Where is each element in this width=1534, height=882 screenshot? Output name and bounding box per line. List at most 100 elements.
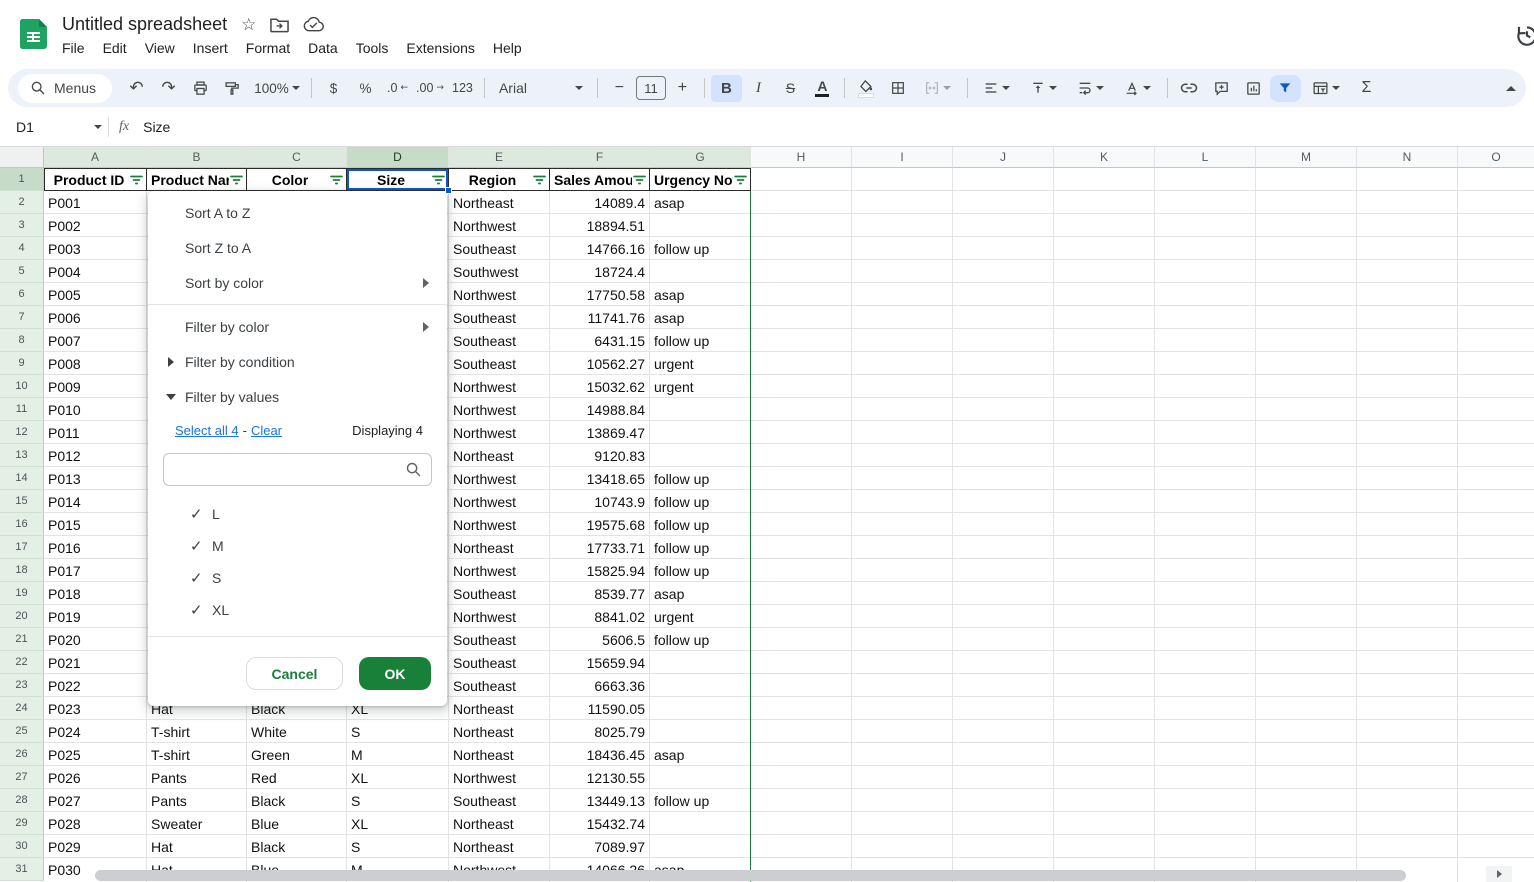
row-header-21[interactable]: 21 (0, 628, 44, 651)
insert-chart-button[interactable] (1238, 75, 1269, 102)
cell-F7[interactable]: 11741.76 (550, 306, 650, 329)
column-filter-icon[interactable] (632, 173, 647, 187)
cell-F11[interactable]: 14988.84 (550, 398, 650, 421)
cell-G10[interactable]: urgent (650, 375, 751, 398)
cell-A28[interactable]: P027 (44, 789, 147, 812)
row-header-5[interactable]: 5 (0, 260, 44, 283)
menu-item-filter-by-color[interactable]: Filter by color (148, 309, 447, 344)
header-cell-A1[interactable]: Product ID (44, 168, 147, 191)
filter-views-button[interactable] (1302, 75, 1350, 102)
paint-format-button[interactable] (217, 75, 248, 102)
row-header-15[interactable]: 15 (0, 490, 44, 513)
column-header-N[interactable]: N (1357, 147, 1458, 168)
column-filter-icon[interactable] (229, 173, 244, 187)
cell-E27[interactable]: Northwest (449, 766, 550, 789)
row-header-4[interactable]: 4 (0, 237, 44, 260)
cell-G16[interactable]: follow up (650, 513, 751, 536)
header-cell-D1[interactable]: Size (347, 168, 449, 191)
cell-E2[interactable]: Northeast (449, 191, 550, 214)
cell-G15[interactable]: follow up (650, 490, 751, 513)
text-rotation-button[interactable] (1115, 75, 1161, 102)
column-header-K[interactable]: K (1054, 147, 1155, 168)
cell-E9[interactable]: Southeast (449, 352, 550, 375)
select-all-link[interactable]: Select all 4 (175, 423, 239, 438)
cell-F15[interactable]: 10743.9 (550, 490, 650, 513)
collapse-toolbar-icon[interactable] (1506, 86, 1516, 91)
cell-A6[interactable]: P005 (44, 283, 147, 306)
cell-E26[interactable]: Northeast (449, 743, 550, 766)
menubar-item-data[interactable]: Data (299, 38, 347, 58)
cell-A25[interactable]: P024 (44, 720, 147, 743)
header-cell-F1[interactable]: Sales Amount (550, 168, 650, 191)
cell-E17[interactable]: Northeast (449, 536, 550, 559)
cell-A14[interactable]: P013 (44, 467, 147, 490)
cell-G28[interactable]: follow up (650, 789, 751, 812)
vertical-align-button[interactable] (1021, 75, 1067, 102)
cell-E13[interactable]: Northeast (449, 444, 550, 467)
cell-G26[interactable]: asap (650, 743, 751, 766)
menu-item-sort-z-to-a[interactable]: Sort Z to A (148, 230, 447, 265)
menubar-item-view[interactable]: View (136, 38, 184, 58)
column-header-B[interactable]: B (147, 147, 247, 168)
font-size-field[interactable]: 11 (636, 76, 666, 100)
column-header-C[interactable]: C (247, 147, 347, 168)
cell-E19[interactable]: Southeast (449, 582, 550, 605)
menubar-item-insert[interactable]: Insert (184, 38, 237, 58)
star-icon[interactable]: ☆ (241, 15, 256, 35)
cell-A18[interactable]: P017 (44, 559, 147, 582)
cell-C27[interactable]: Red (247, 766, 347, 789)
cell-A29[interactable]: P028 (44, 812, 147, 835)
sheets-logo-icon[interactable] (20, 19, 47, 49)
format-percent-button[interactable]: % (350, 75, 381, 102)
more-formats-button[interactable]: 123 (447, 75, 478, 102)
cell-D25[interactable]: S (347, 720, 449, 743)
cell-G8[interactable]: follow up (650, 329, 751, 352)
cell-E21[interactable]: Southeast (449, 628, 550, 651)
redo-button[interactable]: ↷ (153, 75, 184, 102)
functions-button[interactable]: Σ (1351, 75, 1382, 102)
print-button[interactable] (185, 75, 216, 102)
cell-B26[interactable]: T-shirt (147, 743, 247, 766)
cell-A21[interactable]: P020 (44, 628, 147, 651)
cell-E10[interactable]: Northwest (449, 375, 550, 398)
cell-A11[interactable]: P010 (44, 398, 147, 421)
row-header-13[interactable]: 13 (0, 444, 44, 467)
cell-D29[interactable]: XL (347, 812, 449, 835)
cell-A7[interactable]: P006 (44, 306, 147, 329)
row-header-1[interactable]: 1 (0, 168, 44, 191)
cell-F26[interactable]: 18436.45 (550, 743, 650, 766)
cell-B30[interactable]: Hat (147, 835, 247, 858)
menubar-item-format[interactable]: Format (237, 38, 299, 58)
column-header-H[interactable]: H (751, 147, 852, 168)
row-header-14[interactable]: 14 (0, 467, 44, 490)
column-header-I[interactable]: I (852, 147, 953, 168)
cell-E4[interactable]: Southeast (449, 237, 550, 260)
cell-F19[interactable]: 8539.77 (550, 582, 650, 605)
cell-E20[interactable]: Northwest (449, 605, 550, 628)
ok-button[interactable]: OK (359, 657, 431, 690)
row-header-9[interactable]: 9 (0, 352, 44, 375)
column-filter-icon[interactable] (431, 173, 446, 187)
cell-G9[interactable]: urgent (650, 352, 751, 375)
filter-value-xl[interactable]: ✓XL (148, 594, 447, 626)
cell-A26[interactable]: P025 (44, 743, 147, 766)
insert-link-button[interactable] (1174, 75, 1205, 102)
cell-E22[interactable]: Southeast (449, 651, 550, 674)
strikethrough-button[interactable]: S (775, 75, 806, 102)
cell-A10[interactable]: P009 (44, 375, 147, 398)
merge-cells-button[interactable] (915, 75, 961, 102)
cell-E12[interactable]: Northwest (449, 421, 550, 444)
row-header-22[interactable]: 22 (0, 651, 44, 674)
cell-A17[interactable]: P016 (44, 536, 147, 559)
cell-F2[interactable]: 14089.4 (550, 191, 650, 214)
cell-G18[interactable]: follow up (650, 559, 751, 582)
column-header-F[interactable]: F (550, 147, 650, 168)
borders-button[interactable] (883, 75, 914, 102)
column-header-E[interactable]: E (449, 147, 550, 168)
fill-handle[interactable] (445, 187, 452, 194)
column-header-L[interactable]: L (1155, 147, 1256, 168)
cell-D27[interactable]: XL (347, 766, 449, 789)
cancel-button[interactable]: Cancel (246, 657, 343, 690)
cell-F30[interactable]: 7089.97 (550, 835, 650, 858)
cell-G6[interactable]: asap (650, 283, 751, 306)
